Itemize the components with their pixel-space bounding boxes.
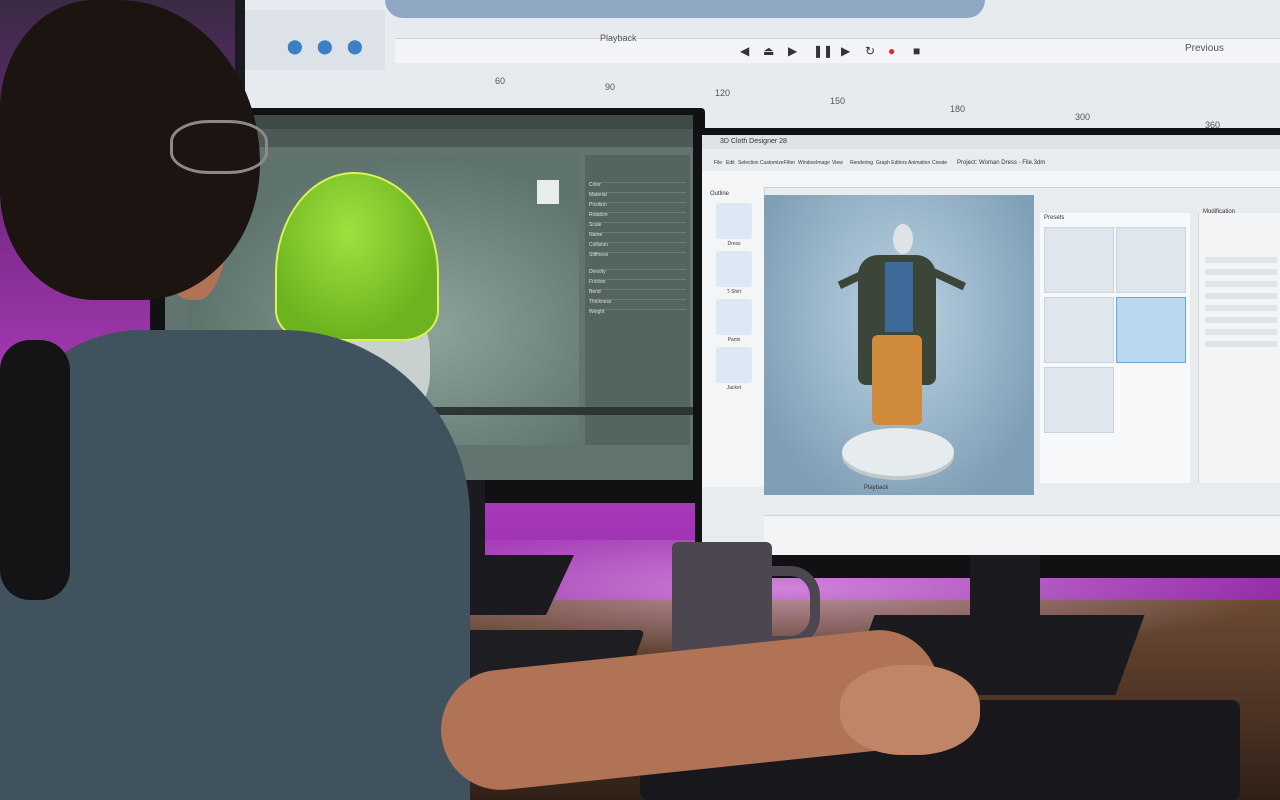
timeline-tick: 90 [605, 82, 616, 92]
menu-graph-editors[interactable]: Graph Editors [876, 160, 907, 166]
menu-selection[interactable]: Selection [738, 160, 759, 166]
preset-thumbnail[interactable] [1044, 367, 1114, 433]
property-label: Weight [589, 309, 605, 315]
properties-panel: Color Material Position Rotation Scale N… [585, 155, 690, 445]
modifier-row[interactable] [1205, 305, 1277, 311]
loop-icon[interactable]: ↻ [865, 44, 875, 58]
timeline-tick: 180 [950, 104, 966, 114]
timeline-tick: 150 [830, 96, 846, 106]
modifier-row[interactable] [1205, 269, 1277, 275]
tool-icon[interactable]: ⬤ [287, 38, 303, 55]
presets-label: Presets [1044, 215, 1065, 221]
headphones [0, 340, 70, 600]
menu-image[interactable]: Image [816, 160, 830, 166]
pants-icon[interactable] [716, 299, 752, 335]
menu-edit[interactable]: Edit [726, 160, 735, 166]
app-title: 3D Cloth Designer 28 [720, 138, 787, 145]
timeline-tick: 300 [1075, 112, 1091, 122]
eject-icon[interactable]: ⏏ [763, 44, 774, 58]
menu-create[interactable]: Create [932, 160, 947, 166]
toolbar[interactable] [702, 171, 1280, 188]
modifier-row[interactable] [1205, 257, 1277, 263]
dress-icon[interactable] [716, 203, 752, 239]
mannequin-head [893, 224, 913, 254]
viewport-top [385, 0, 985, 18]
menu-rendering[interactable]: Rendering [850, 160, 873, 166]
sidebar-item-pants[interactable]: Pants [712, 337, 756, 343]
playback-label: Playback [600, 33, 637, 43]
previous-label[interactable]: Previous [1185, 43, 1224, 54]
sidebar-item-tshirt[interactable]: T-Shirt [712, 289, 756, 295]
top-left-toolbox: ⬤ ⬤ ⬤ [245, 10, 385, 70]
modification-label: Modification [1203, 209, 1236, 215]
preset-thumbnail[interactable] [1044, 297, 1114, 363]
modifier-row[interactable] [1205, 341, 1277, 347]
eyeglasses [170, 120, 268, 174]
forward-icon[interactable]: ▶ [841, 44, 850, 58]
tool-icon[interactable]: ⬤ [317, 38, 333, 55]
preset-thumbnail[interactable] [1116, 227, 1186, 293]
modification-panel: Modification [1198, 209, 1280, 483]
menu-bar: File Edit Selection Customize Filter Win… [702, 155, 1280, 167]
preset-thumbnail-selected[interactable] [1116, 297, 1186, 363]
person-hand [840, 665, 980, 755]
property-label: Stiffness [589, 252, 609, 258]
menu-customize[interactable]: Customize [760, 160, 784, 166]
play-icon[interactable]: ▶ [788, 44, 797, 58]
presets-panel: Presets [1040, 213, 1190, 483]
sidebar-item-jacket[interactable]: Jacket [712, 385, 756, 391]
record-icon[interactable]: ● [888, 44, 895, 58]
modifier-row[interactable] [1205, 281, 1277, 287]
top-model[interactable] [885, 262, 913, 332]
timeline-tick: 60 [495, 76, 506, 86]
timeline-bar[interactable]: Playback Previous [395, 33, 1280, 63]
title-bar: 3D Cloth Designer 28 [702, 135, 1280, 149]
stop-icon[interactable]: ■ [913, 44, 920, 58]
menu-file[interactable]: File [714, 160, 722, 166]
menu-view[interactable]: View [832, 160, 843, 166]
preset-thumbnail[interactable] [1044, 227, 1114, 293]
mannequin-pedestal [842, 428, 954, 476]
tool-icon[interactable]: ⬤ [347, 38, 363, 55]
sidebar-item-dress[interactable]: Dress [712, 241, 756, 247]
timeline-tick: 120 [715, 88, 731, 98]
timeline[interactable] [764, 515, 1280, 555]
pause-icon[interactable]: ❚❚ [813, 44, 833, 58]
modifier-row[interactable] [1205, 293, 1277, 299]
outline-sidebar: Outline Dress T-Shirt Pants Jacket [702, 187, 765, 487]
menu-filter[interactable]: Filter [784, 160, 795, 166]
outline-label: Outline [710, 191, 730, 197]
view-cube-icon[interactable] [537, 180, 559, 204]
pants-model[interactable] [872, 335, 922, 425]
jacket-icon[interactable] [716, 347, 752, 383]
person-shirt [0, 330, 470, 800]
modifier-row[interactable] [1205, 329, 1277, 335]
tshirt-icon[interactable] [716, 251, 752, 287]
rewind-icon[interactable]: ◀ [740, 44, 749, 58]
playback-label: Playback [864, 485, 889, 491]
menu-window[interactable]: Window [798, 160, 816, 166]
right-monitor-screen: 3D Cloth Designer 28 Project: Woman Dres… [702, 135, 1280, 555]
modifier-row[interactable] [1205, 317, 1277, 323]
menu-animation[interactable]: Animation [908, 160, 930, 166]
